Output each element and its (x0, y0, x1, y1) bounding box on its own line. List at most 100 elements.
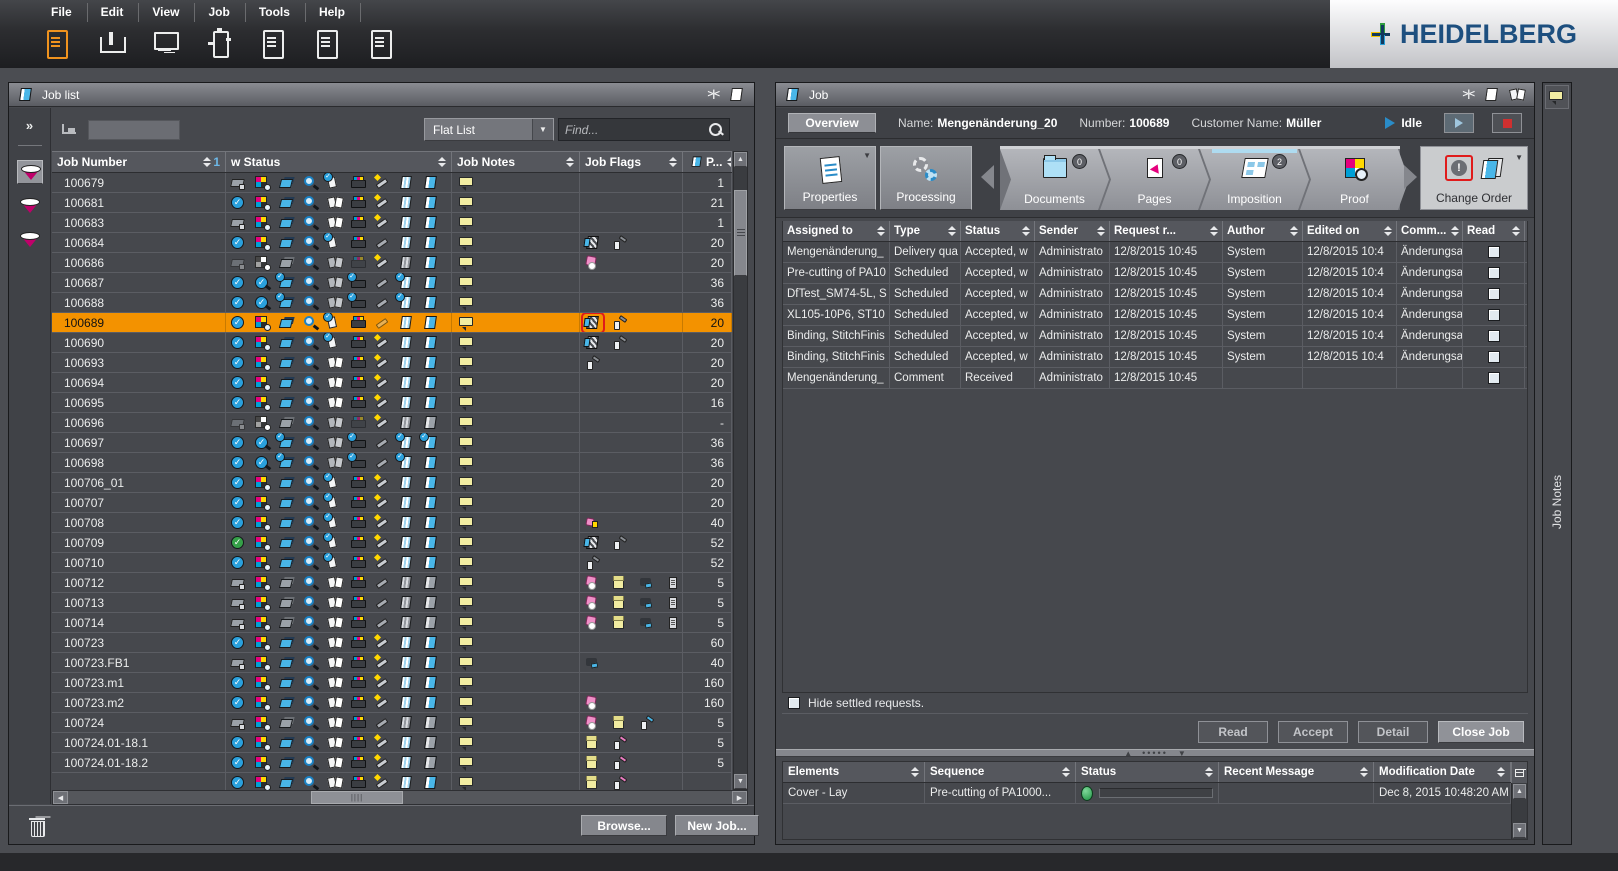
print-queue-icon[interactable] (96, 28, 126, 58)
column-header-edited-on[interactable]: Edited on (1303, 221, 1397, 241)
scrollbar-thumb[interactable]: |||| (311, 791, 403, 804)
sort-control[interactable] (1450, 225, 1459, 237)
sort-control[interactable] (1096, 225, 1105, 237)
sort-control[interactable] (1204, 766, 1213, 778)
column-header-pages[interactable]: P... (683, 152, 732, 172)
job-list-horizontal-scrollbar[interactable]: ◀ |||| ▶ (52, 790, 748, 805)
job-row[interactable]: 10069420 (52, 373, 732, 393)
column-header-request-r-[interactable]: Request r... (1110, 221, 1223, 241)
column-header-assigned-to[interactable]: Assigned to (783, 221, 890, 241)
sort-control[interactable] (1209, 225, 1218, 237)
scroll-down-icon[interactable]: ▼ (734, 774, 747, 789)
read-checkbox[interactable] (1488, 372, 1500, 384)
sort-control[interactable] (668, 156, 677, 168)
filter-funnel-3[interactable] (17, 228, 43, 252)
job-list-icon[interactable] (42, 28, 72, 58)
job-row[interactable]: 10069516 (52, 393, 732, 413)
sort-control[interactable] (1021, 225, 1030, 237)
column-header-status[interactable]: Status (961, 221, 1035, 241)
new-job-button[interactable]: New Job... (675, 815, 759, 836)
job-row[interactable]: 1006791 (52, 173, 732, 193)
scroll-left-icon[interactable]: ◀ (53, 791, 68, 804)
sort-control[interactable] (947, 225, 956, 237)
menu-item-file[interactable]: File (38, 3, 88, 22)
job-row[interactable]: 100723.FB140 (52, 653, 732, 673)
accept-button[interactable]: Accept (1278, 721, 1348, 743)
job-row[interactable] (52, 773, 732, 790)
column-header-job-notes[interactable]: Job Notes (452, 152, 580, 172)
job-row[interactable]: 10070952 (52, 533, 732, 553)
search-icon[interactable] (707, 122, 723, 138)
browse-button[interactable]: Browse... (581, 815, 667, 836)
job-row[interactable]: 100723.m1160 (52, 673, 732, 693)
job-row[interactable]: 100706_0120 (52, 473, 732, 493)
job-row[interactable]: 100723.m2160 (52, 693, 732, 713)
sort-control[interactable] (1511, 225, 1520, 237)
job-notes-tab[interactable] (1545, 85, 1569, 109)
stop-processing-button[interactable] (1492, 113, 1522, 133)
column-header-recent-message[interactable]: Recent Message (1219, 762, 1374, 782)
request-row[interactable]: Binding, StitchFinisScheduledAccepted, w… (783, 326, 1527, 347)
expand-rail-icon[interactable]: » (26, 118, 33, 133)
panel-menu-icon[interactable] (728, 87, 746, 103)
column-header-author[interactable]: Author (1223, 221, 1303, 241)
export-document-icon[interactable] (258, 28, 288, 58)
read-checkbox[interactable] (1488, 351, 1500, 363)
read-checkbox[interactable] (1488, 246, 1500, 258)
tab-properties[interactable]: ▼ Properties (784, 146, 876, 210)
sort-control[interactable] (437, 156, 446, 168)
sort-control[interactable] (910, 766, 919, 778)
menu-item-edit[interactable]: Edit (88, 3, 140, 22)
filter-funnel-1[interactable] (17, 160, 43, 184)
request-row[interactable]: XL105-10P6, ST10ScheduledAccepted, wAdmi… (783, 305, 1527, 326)
tab-imposition[interactable]: 2Imposition (1200, 149, 1309, 210)
close-job-button[interactable]: Close Job (1438, 721, 1524, 743)
device-assistant-icon[interactable] (204, 28, 234, 58)
sort-control[interactable] (1383, 225, 1392, 237)
job-row[interactable]: 10068121 (52, 193, 732, 213)
column-header-sender[interactable]: Sender (1035, 221, 1110, 241)
column-header-job-flags[interactable]: Job Flags (580, 152, 683, 172)
tab-change-order[interactable]: ▼ ! Change Order (1420, 146, 1528, 210)
scroll-up-icon[interactable]: ▲ (1513, 784, 1526, 799)
job-row[interactable]: 10068620 (52, 253, 732, 273)
job-row[interactable]: 10069320 (52, 353, 732, 373)
panel-splitter[interactable]: ▲•••••▼ (776, 749, 1534, 757)
request-row[interactable]: Mengenänderung_CommentReceivedAdministra… (783, 368, 1527, 389)
column-picker-icon[interactable] (1511, 762, 1527, 783)
job-row[interactable]: 1007125 (52, 573, 732, 593)
column-header-read[interactable]: Read (1463, 221, 1525, 241)
scrollbar-thumb[interactable] (734, 190, 747, 276)
chevron-down-icon[interactable]: ▼ (532, 119, 553, 140)
job-row[interactable]: 1007135 (52, 593, 732, 613)
column-header-type[interactable]: Type (890, 221, 961, 241)
panel-menu-icon[interactable] (1483, 87, 1501, 103)
job-row[interactable]: 10068920 (52, 313, 732, 333)
sort-control[interactable] (1359, 766, 1368, 778)
sort-control[interactable] (876, 225, 885, 237)
sort-control[interactable] (565, 156, 574, 168)
menu-item-tools[interactable]: Tools (246, 3, 306, 22)
column-header-modification-date[interactable]: Modification Date (1374, 762, 1511, 782)
job-list-vertical-scrollbar[interactable]: ▲ ▼ (733, 151, 748, 790)
detail-button[interactable]: Detail (1358, 721, 1428, 743)
request-row[interactable]: DfTest_SM74-5L, SScheduledAccepted, wAdm… (783, 284, 1527, 305)
tab-documents[interactable]: 0Documents (1000, 149, 1109, 210)
chevron-down-icon[interactable]: ▼ (863, 151, 871, 160)
column-header-status[interactable]: Status (1076, 762, 1219, 782)
scroll-right-icon[interactable]: ▶ (732, 791, 747, 804)
collapse-panel-icon[interactable]: >|< (706, 89, 721, 100)
job-row[interactable]: 10070720 (52, 493, 732, 513)
menu-item-job[interactable]: Job (195, 3, 245, 22)
column-header-status[interactable]: w Status (226, 152, 452, 172)
sort-control[interactable] (1496, 766, 1505, 778)
job-row[interactable]: 10070840 (52, 513, 732, 533)
report-document-icon[interactable] (312, 28, 342, 58)
detach-panel-icon[interactable] (1508, 87, 1526, 103)
sort-control[interactable] (726, 156, 732, 168)
tab-proof[interactable]: Proof (1300, 149, 1409, 210)
job-row[interactable]: 1007145 (52, 613, 732, 633)
start-processing-button[interactable] (1444, 113, 1474, 133)
sort-control[interactable] (1289, 225, 1298, 237)
steps-scroll-right-icon[interactable] (1404, 165, 1417, 189)
